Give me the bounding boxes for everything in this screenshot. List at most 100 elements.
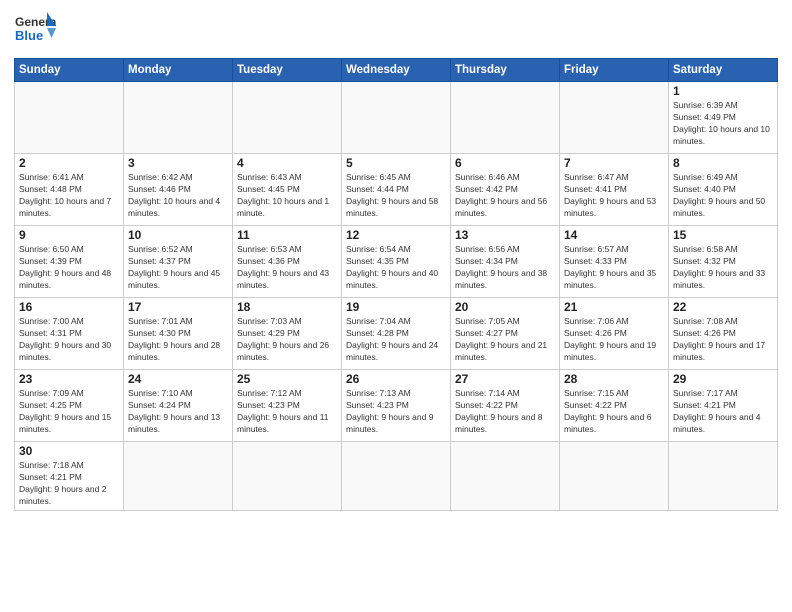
day-info: Sunrise: 6:47 AM Sunset: 4:41 PM Dayligh… bbox=[564, 172, 664, 220]
day-info: Sunrise: 7:00 AM Sunset: 4:31 PM Dayligh… bbox=[19, 316, 119, 364]
day-number: 1 bbox=[673, 84, 773, 98]
calendar-week-1: 2 Sunrise: 6:41 AM Sunset: 4:48 PM Daylig… bbox=[15, 154, 778, 226]
calendar-table: SundayMondayTuesdayWednesdayThursdayFrid… bbox=[14, 58, 778, 511]
calendar-cell: 11 Sunrise: 6:53 AM Sunset: 4:36 PM Dayli… bbox=[233, 226, 342, 298]
calendar-cell bbox=[124, 442, 233, 511]
day-info: Sunrise: 7:10 AM Sunset: 4:24 PM Dayligh… bbox=[128, 388, 228, 436]
calendar-cell bbox=[233, 442, 342, 511]
day-number: 29 bbox=[673, 372, 773, 386]
calendar-week-5: 30Sunrise: 7:18 AM Sunset: 4:21 PM Dayli… bbox=[15, 442, 778, 511]
day-number: 12 bbox=[346, 228, 446, 242]
calendar-cell: 26 Sunrise: 7:13 AM Sunset: 4:23 PM Dayli… bbox=[342, 370, 451, 442]
calendar-cell: 20Sunrise: 7:05 AM Sunset: 4:27 PM Dayli… bbox=[451, 298, 560, 370]
calendar-cell: 2 Sunrise: 6:41 AM Sunset: 4:48 PM Daylig… bbox=[15, 154, 124, 226]
day-number: 25 bbox=[237, 372, 337, 386]
day-number: 2 bbox=[19, 156, 119, 170]
calendar-cell: 15 Sunrise: 6:58 AM Sunset: 4:32 PM Dayli… bbox=[669, 226, 778, 298]
calendar-cell: 9Sunrise: 6:50 AM Sunset: 4:39 PM Daylig… bbox=[15, 226, 124, 298]
day-number: 24 bbox=[128, 372, 228, 386]
calendar-cell: 29 Sunrise: 7:17 AM Sunset: 4:21 PM Dayli… bbox=[669, 370, 778, 442]
day-info: Sunrise: 7:17 AM Sunset: 4:21 PM Dayligh… bbox=[673, 388, 773, 436]
calendar-cell: 7 Sunrise: 6:47 AM Sunset: 4:41 PM Daylig… bbox=[560, 154, 669, 226]
day-number: 15 bbox=[673, 228, 773, 242]
day-info: Sunrise: 6:39 AM Sunset: 4:49 PM Dayligh… bbox=[673, 100, 773, 148]
calendar-cell: 8 Sunrise: 6:49 AM Sunset: 4:40 PM Daylig… bbox=[669, 154, 778, 226]
day-header-friday: Friday bbox=[560, 59, 669, 82]
day-number: 22 bbox=[673, 300, 773, 314]
day-info: Sunrise: 6:45 AM Sunset: 4:44 PM Dayligh… bbox=[346, 172, 446, 220]
day-number: 19 bbox=[346, 300, 446, 314]
calendar-cell bbox=[342, 442, 451, 511]
day-number: 16 bbox=[19, 300, 119, 314]
calendar-cell bbox=[342, 82, 451, 154]
day-number: 7 bbox=[564, 156, 664, 170]
day-number: 8 bbox=[673, 156, 773, 170]
calendar-cell: 10Sunrise: 6:52 AM Sunset: 4:37 PM Dayli… bbox=[124, 226, 233, 298]
day-info: Sunrise: 6:58 AM Sunset: 4:32 PM Dayligh… bbox=[673, 244, 773, 292]
day-number: 30 bbox=[19, 444, 119, 458]
day-info: Sunrise: 7:05 AM Sunset: 4:27 PM Dayligh… bbox=[455, 316, 555, 364]
day-info: Sunrise: 7:13 AM Sunset: 4:23 PM Dayligh… bbox=[346, 388, 446, 436]
day-info: Sunrise: 7:15 AM Sunset: 4:22 PM Dayligh… bbox=[564, 388, 664, 436]
day-info: Sunrise: 6:42 AM Sunset: 4:46 PM Dayligh… bbox=[128, 172, 228, 220]
calendar-cell: 24 Sunrise: 7:10 AM Sunset: 4:24 PM Dayli… bbox=[124, 370, 233, 442]
calendar-cell bbox=[233, 82, 342, 154]
calendar-cell: 25 Sunrise: 7:12 AM Sunset: 4:23 PM Dayli… bbox=[233, 370, 342, 442]
day-info: Sunrise: 7:01 AM Sunset: 4:30 PM Dayligh… bbox=[128, 316, 228, 364]
day-number: 13 bbox=[455, 228, 555, 242]
day-number: 14 bbox=[564, 228, 664, 242]
day-info: Sunrise: 6:53 AM Sunset: 4:36 PM Dayligh… bbox=[237, 244, 337, 292]
day-info: Sunrise: 6:49 AM Sunset: 4:40 PM Dayligh… bbox=[673, 172, 773, 220]
day-header-thursday: Thursday bbox=[451, 59, 560, 82]
day-number: 18 bbox=[237, 300, 337, 314]
day-header-monday: Monday bbox=[124, 59, 233, 82]
calendar-cell: 17Sunrise: 7:01 AM Sunset: 4:30 PM Dayli… bbox=[124, 298, 233, 370]
calendar-cell: 6 Sunrise: 6:46 AM Sunset: 4:42 PM Daylig… bbox=[451, 154, 560, 226]
calendar-cell: 4 Sunrise: 6:43 AM Sunset: 4:45 PM Daylig… bbox=[233, 154, 342, 226]
calendar-cell: 5 Sunrise: 6:45 AM Sunset: 4:44 PM Daylig… bbox=[342, 154, 451, 226]
day-header-tuesday: Tuesday bbox=[233, 59, 342, 82]
day-number: 4 bbox=[237, 156, 337, 170]
day-info: Sunrise: 7:03 AM Sunset: 4:29 PM Dayligh… bbox=[237, 316, 337, 364]
calendar-cell bbox=[451, 82, 560, 154]
calendar-cell: 1 Sunrise: 6:39 AM Sunset: 4:49 PM Daylig… bbox=[669, 82, 778, 154]
day-info: Sunrise: 6:43 AM Sunset: 4:45 PM Dayligh… bbox=[237, 172, 337, 220]
logo: General Blue bbox=[14, 10, 56, 52]
calendar-cell bbox=[124, 82, 233, 154]
calendar-cell: 22Sunrise: 7:08 AM Sunset: 4:26 PM Dayli… bbox=[669, 298, 778, 370]
day-number: 5 bbox=[346, 156, 446, 170]
calendar-cell: 30Sunrise: 7:18 AM Sunset: 4:21 PM Dayli… bbox=[15, 442, 124, 511]
day-number: 6 bbox=[455, 156, 555, 170]
day-number: 3 bbox=[128, 156, 228, 170]
day-info: Sunrise: 7:14 AM Sunset: 4:22 PM Dayligh… bbox=[455, 388, 555, 436]
day-header-wednesday: Wednesday bbox=[342, 59, 451, 82]
day-header-saturday: Saturday bbox=[669, 59, 778, 82]
calendar-cell: 19 Sunrise: 7:04 AM Sunset: 4:28 PM Dayli… bbox=[342, 298, 451, 370]
calendar-cell bbox=[669, 442, 778, 511]
calendar-cell: 18 Sunrise: 7:03 AM Sunset: 4:29 PM Dayli… bbox=[233, 298, 342, 370]
calendar-week-4: 23Sunrise: 7:09 AM Sunset: 4:25 PM Dayli… bbox=[15, 370, 778, 442]
day-number: 28 bbox=[564, 372, 664, 386]
generalblue-logo-icon: General Blue bbox=[14, 10, 56, 52]
calendar-header-row: SundayMondayTuesdayWednesdayThursdayFrid… bbox=[15, 59, 778, 82]
day-info: Sunrise: 7:04 AM Sunset: 4:28 PM Dayligh… bbox=[346, 316, 446, 364]
day-number: 23 bbox=[19, 372, 119, 386]
day-info: Sunrise: 6:54 AM Sunset: 4:35 PM Dayligh… bbox=[346, 244, 446, 292]
calendar-cell: 23Sunrise: 7:09 AM Sunset: 4:25 PM Dayli… bbox=[15, 370, 124, 442]
calendar-cell bbox=[451, 442, 560, 511]
day-info: Sunrise: 6:41 AM Sunset: 4:48 PM Dayligh… bbox=[19, 172, 119, 220]
calendar-cell: 27Sunrise: 7:14 AM Sunset: 4:22 PM Dayli… bbox=[451, 370, 560, 442]
calendar-cell: 13Sunrise: 6:56 AM Sunset: 4:34 PM Dayli… bbox=[451, 226, 560, 298]
day-number: 21 bbox=[564, 300, 664, 314]
day-number: 11 bbox=[237, 228, 337, 242]
calendar-week-0: 1 Sunrise: 6:39 AM Sunset: 4:49 PM Daylig… bbox=[15, 82, 778, 154]
day-info: Sunrise: 6:57 AM Sunset: 4:33 PM Dayligh… bbox=[564, 244, 664, 292]
day-number: 26 bbox=[346, 372, 446, 386]
day-info: Sunrise: 7:12 AM Sunset: 4:23 PM Dayligh… bbox=[237, 388, 337, 436]
day-info: Sunrise: 7:06 AM Sunset: 4:26 PM Dayligh… bbox=[564, 316, 664, 364]
day-number: 10 bbox=[128, 228, 228, 242]
calendar-cell bbox=[560, 82, 669, 154]
calendar-cell bbox=[560, 442, 669, 511]
day-info: Sunrise: 6:46 AM Sunset: 4:42 PM Dayligh… bbox=[455, 172, 555, 220]
calendar-cell: 21 Sunrise: 7:06 AM Sunset: 4:26 PM Dayli… bbox=[560, 298, 669, 370]
